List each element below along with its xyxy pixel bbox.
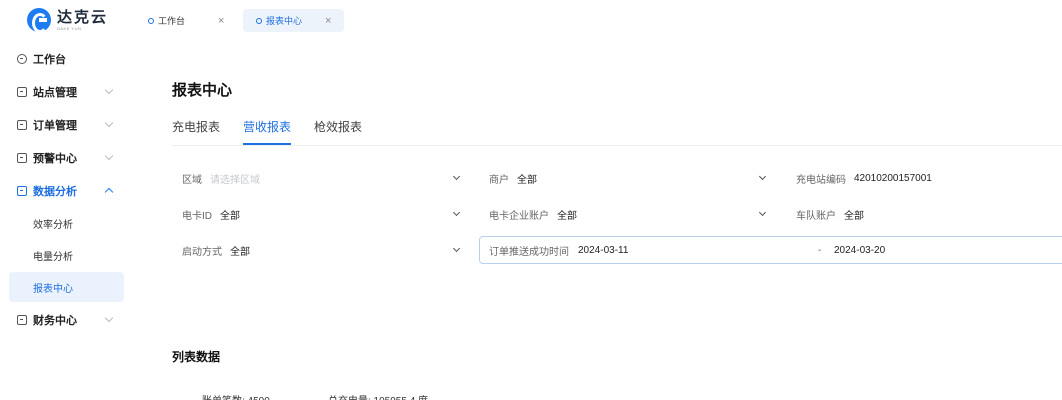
region-placeholder: 请选择区域 bbox=[210, 174, 260, 186]
sidebar-subitem-label: 效率分析 bbox=[33, 219, 73, 231]
merchant-label: 商户 bbox=[489, 174, 509, 186]
sidebar-menu: 工作台 站点管理 订单管理 预警中心 数据分析 效率分析 电量分析 报表中心 财… bbox=[0, 42, 132, 336]
summary-bill-count: 账单笔数: 4500 bbox=[202, 392, 270, 400]
sidebar-item-stations[interactable]: 站点管理 bbox=[0, 75, 132, 108]
region-label: 区域 bbox=[182, 174, 202, 186]
card-company-select[interactable]: 电卡企业账户 全部 bbox=[489, 203, 774, 225]
chevron-down-icon bbox=[104, 151, 114, 161]
sidebar-subitem-efficiency[interactable]: 效率分析 bbox=[0, 207, 132, 239]
sidebar-item-finance[interactable]: 财务中心 bbox=[0, 303, 132, 336]
tab-charging-report[interactable]: 充电报表 bbox=[172, 118, 220, 145]
start-mode-label: 启动方式 bbox=[182, 246, 222, 258]
sidebar-item-orders[interactable]: 订单管理 bbox=[0, 108, 132, 141]
chevron-down-icon bbox=[104, 118, 114, 128]
fleet-value: 全部 bbox=[844, 210, 864, 222]
card-id-label: 电卡ID bbox=[182, 210, 212, 222]
merchant-select[interactable]: 商户 全部 bbox=[489, 167, 774, 189]
tab-gun-efficiency-report[interactable]: 枪效报表 bbox=[314, 118, 362, 145]
card-id-select[interactable]: 电卡ID 全部 bbox=[182, 203, 467, 225]
sidebar-item-analytics[interactable]: 数据分析 bbox=[0, 174, 132, 207]
tabs-divider bbox=[172, 145, 1062, 146]
station-icon bbox=[17, 86, 27, 97]
card-id-value: 全部 bbox=[220, 210, 240, 222]
summary-total-energy: 总充电量: 105955.4 度 bbox=[328, 392, 428, 400]
sidebar-item-workbench[interactable]: 工作台 bbox=[0, 42, 132, 75]
tab-dot-icon bbox=[148, 17, 154, 24]
sidebar-item-alerts[interactable]: 预警中心 bbox=[0, 141, 132, 174]
merchant-value: 全部 bbox=[517, 174, 537, 186]
analytics-icon bbox=[17, 185, 27, 196]
station-code-input[interactable]: 充电站编码 42010200157001 bbox=[796, 167, 1056, 189]
order-icon bbox=[17, 119, 27, 130]
tab-label: 工作台 bbox=[158, 16, 186, 26]
chevron-up-icon bbox=[104, 187, 114, 197]
chevron-down-icon bbox=[758, 172, 767, 181]
chevron-down-icon bbox=[452, 244, 461, 253]
chevron-down-icon bbox=[452, 208, 461, 217]
chevron-down-icon bbox=[452, 172, 461, 181]
chevron-down-icon bbox=[104, 85, 114, 95]
card-company-label: 电卡企业账户 bbox=[489, 210, 549, 222]
card-company-value: 全部 bbox=[557, 210, 577, 222]
tab-workbench[interactable]: 工作台 × bbox=[148, 9, 248, 32]
close-icon[interactable]: × bbox=[218, 15, 224, 27]
date-separator: - bbox=[818, 244, 822, 256]
sidebar-subitem-reports[interactable]: 报表中心 bbox=[9, 272, 124, 302]
sidebar-item-label: 站点管理 bbox=[33, 86, 77, 99]
brand-title: 达克云 bbox=[57, 8, 109, 26]
date-range-label: 订单推送成功时间 bbox=[489, 246, 569, 258]
sidebar-subitem-label: 报表中心 bbox=[33, 283, 73, 295]
push-time-date-range[interactable]: 订单推送成功时间 2024-03-11 - 2024-03-20 bbox=[479, 236, 1062, 264]
sidebar-subitem-power[interactable]: 电量分析 bbox=[0, 239, 132, 271]
home-icon bbox=[17, 53, 27, 64]
sidebar-item-label: 工作台 bbox=[33, 53, 66, 66]
alert-icon bbox=[17, 152, 27, 163]
station-code-value: 42010200157001 bbox=[854, 172, 932, 184]
fleet-label: 车队账户 bbox=[796, 210, 836, 222]
start-mode-select[interactable]: 启动方式 全部 bbox=[182, 239, 467, 261]
region-select[interactable]: 区域 请选择区域 bbox=[182, 167, 467, 189]
sidebar-item-label: 订单管理 bbox=[33, 119, 77, 132]
logo-icon bbox=[27, 8, 51, 33]
report-tabs: 充电报表 营收报表 枪效报表 bbox=[172, 118, 385, 145]
brand-subtitle: DAKE YUN bbox=[57, 25, 82, 31]
tab-revenue-report[interactable]: 营收报表 bbox=[243, 118, 292, 145]
sidebar: 达克云 DAKE YUN 工作台 站点管理 订单管理 预警中心 数据分析 效率分… bbox=[0, 0, 132, 400]
sidebar-subitem-label: 电量分析 bbox=[33, 251, 73, 263]
tab-report-center[interactable]: 报表中心 × bbox=[243, 9, 344, 32]
finance-icon bbox=[17, 314, 27, 325]
page-title: 报表中心 bbox=[172, 82, 233, 99]
chevron-down-icon bbox=[758, 208, 767, 217]
tab-bar: 工作台 × 报表中心 × bbox=[132, 0, 1062, 40]
tab-dot-icon bbox=[256, 17, 262, 24]
date-end-input[interactable]: 2024-03-20 bbox=[834, 245, 885, 256]
sidebar-item-label: 预警中心 bbox=[33, 152, 77, 165]
fleet-select[interactable]: 车队账户 全部 bbox=[796, 203, 1056, 225]
brand-logo[interactable]: 达克云 DAKE YUN bbox=[27, 8, 109, 33]
chevron-down-icon bbox=[104, 313, 114, 323]
date-start-input[interactable]: 2024-03-11 bbox=[578, 245, 628, 256]
station-code-label: 充电站编码 bbox=[796, 174, 846, 186]
sidebar-item-label: 数据分析 bbox=[33, 185, 77, 198]
tab-label: 报表中心 bbox=[266, 16, 303, 26]
start-mode-value: 全部 bbox=[230, 246, 250, 258]
close-icon[interactable]: × bbox=[325, 15, 331, 27]
sidebar-item-label: 财务中心 bbox=[33, 314, 77, 327]
list-section-title: 列表数据 bbox=[172, 350, 221, 364]
